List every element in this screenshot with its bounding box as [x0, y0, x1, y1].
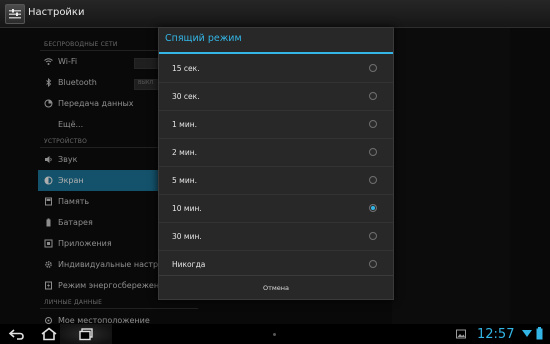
- option-label: 10 мин.: [172, 204, 202, 213]
- sleep-dialog: Спящий режим 15 сек. 30 сек. 1 мин. 2 ми…: [158, 27, 394, 300]
- option-label: 15 сек.: [172, 64, 200, 73]
- option-label: 30 мин.: [172, 232, 202, 241]
- wifi-status-icon: [522, 330, 532, 337]
- option-label: 30 сек.: [172, 92, 200, 101]
- radio-button[interactable]: [369, 232, 377, 240]
- system-bar: 12:57: [0, 324, 550, 344]
- recent-apps-button[interactable]: [75, 326, 101, 342]
- radio-button[interactable]: [369, 176, 377, 184]
- sleep-option-15s[interactable]: 15 сек.: [159, 55, 393, 82]
- back-icon: [8, 329, 24, 340]
- menu-dot-icon: [273, 333, 276, 336]
- sleep-option-30s[interactable]: 30 сек.: [159, 83, 393, 110]
- sleep-option-never[interactable]: Никогда: [159, 251, 393, 278]
- sleep-option-30m[interactable]: 30 мин.: [159, 223, 393, 250]
- sleep-option-5m[interactable]: 5 мин.: [159, 167, 393, 194]
- action-bar: Настройки: [0, 0, 550, 28]
- recent-apps-icon: [79, 328, 93, 341]
- battery-status-icon: [536, 327, 543, 340]
- radio-button[interactable]: [369, 260, 377, 268]
- option-label: 5 мин.: [172, 176, 197, 185]
- dialog-title: Спящий режим: [165, 33, 242, 44]
- radio-button[interactable]: [369, 92, 377, 100]
- option-label: 2 мин.: [172, 148, 197, 157]
- sleep-option-2m[interactable]: 2 мин.: [159, 139, 393, 166]
- dialog-title-divider: [159, 52, 393, 54]
- cancel-button[interactable]: Отмена: [159, 276, 393, 300]
- radio-button[interactable]: [369, 64, 377, 72]
- option-label: 1 мин.: [172, 120, 197, 129]
- settings-app-icon[interactable]: [5, 4, 25, 24]
- back-button[interactable]: [6, 326, 32, 342]
- dialog-button-bar: Отмена: [159, 275, 393, 300]
- sleep-option-10m[interactable]: 10 мин.: [159, 195, 393, 222]
- clock[interactable]: 12:57: [477, 327, 514, 342]
- radio-button[interactable]: [369, 120, 377, 128]
- radio-button[interactable]: [369, 148, 377, 156]
- gallery-notification-icon[interactable]: [456, 329, 466, 339]
- page-title: Настройки: [28, 7, 85, 18]
- option-label: Никогда: [172, 260, 206, 269]
- radio-button-selected[interactable]: [369, 204, 377, 212]
- home-icon: [41, 327, 57, 341]
- sleep-option-1m[interactable]: 1 мин.: [159, 111, 393, 138]
